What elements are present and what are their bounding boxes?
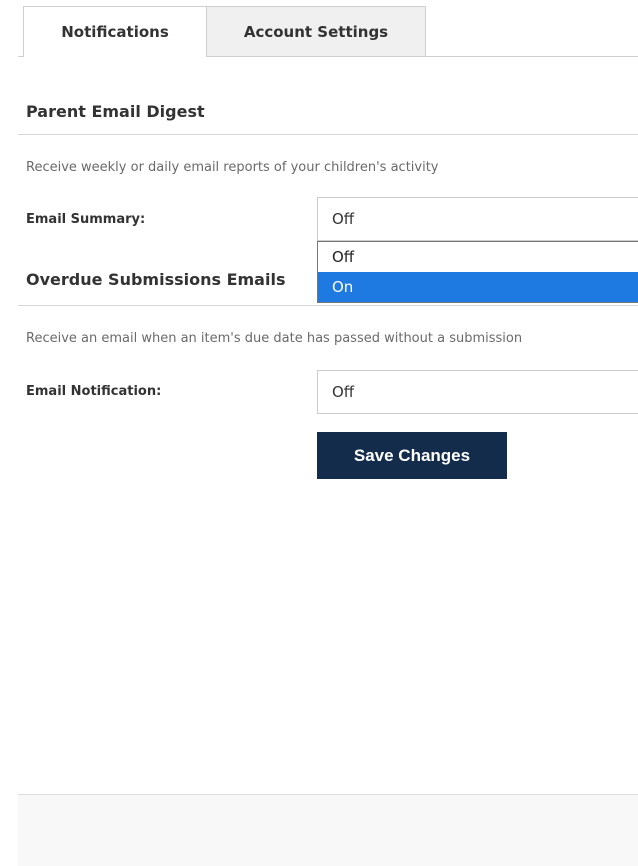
tab-account-settings-label: Account Settings <box>243 22 389 41</box>
overdue-section-description: Receive an email when an item's due date… <box>26 331 523 346</box>
digest-section-divider <box>18 134 638 135</box>
email-summary-value: Off <box>332 210 355 228</box>
overdue-section-title: Overdue Submissions Emails <box>26 270 286 289</box>
email-summary-option-on[interactable]: On <box>318 272 638 302</box>
email-summary-option-off[interactable]: Off <box>318 242 638 272</box>
email-notification-select[interactable]: Off <box>317 370 638 414</box>
tab-bar: Notifications Account Settings <box>18 0 638 57</box>
email-summary-select[interactable]: Off <box>317 197 638 241</box>
email-notification-label: Email Notification: <box>26 384 162 399</box>
save-changes-button[interactable]: Save Changes <box>317 432 507 479</box>
digest-section-title: Parent Email Digest <box>26 102 205 121</box>
tab-account-settings[interactable]: Account Settings <box>206 6 426 56</box>
digest-section-description: Receive weekly or daily email reports of… <box>26 160 439 175</box>
page-footer <box>18 794 638 866</box>
email-notification-value: Off <box>332 383 355 401</box>
email-summary-dropdown: Off On <box>317 241 638 303</box>
tab-notifications-label: Notifications <box>61 23 169 41</box>
email-summary-label: Email Summary: <box>26 212 146 227</box>
overdue-section-divider <box>18 305 638 306</box>
tab-notifications[interactable]: Notifications <box>23 6 207 57</box>
page: Notifications Account Settings Parent Em… <box>0 0 638 866</box>
